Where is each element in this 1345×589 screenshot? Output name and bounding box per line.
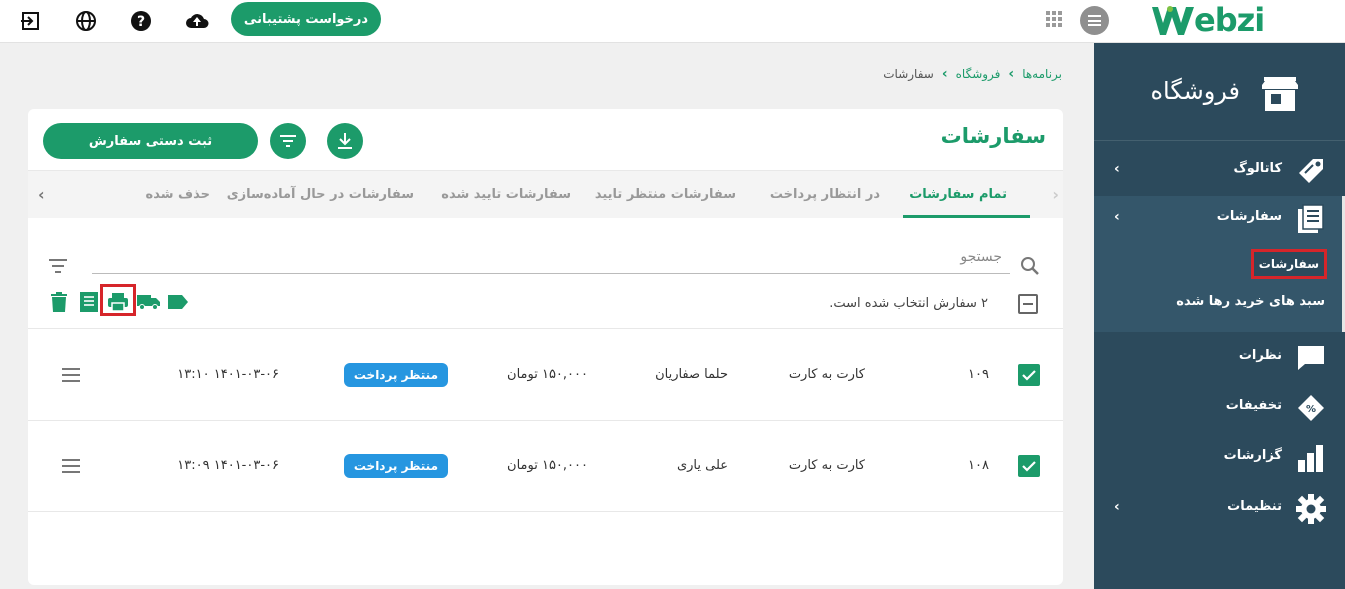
order-amount: ۱۵۰,۰۰۰ تومان xyxy=(507,367,588,382)
chevron-left-icon[interactable]: › xyxy=(38,185,45,204)
order-customer: علی یاری xyxy=(676,458,728,473)
orders-icon xyxy=(1298,204,1324,233)
tab-active-indicator xyxy=(903,215,1030,218)
search-input[interactable] xyxy=(92,242,1010,272)
trash-icon[interactable] xyxy=(48,291,70,313)
download-button[interactable] xyxy=(327,123,363,159)
globe-icon[interactable] xyxy=(73,8,99,34)
sidebar-subitem-abandoned-carts[interactable]: سبد های خرید رها شده xyxy=(1176,294,1325,309)
svg-text:%: % xyxy=(1306,404,1316,415)
order-amount: ۱۵۰,۰۰۰ تومان xyxy=(507,458,588,473)
tab-all-orders[interactable]: تمام سفارشات xyxy=(909,187,1007,202)
sidebar-item-label: تنظیمات xyxy=(1227,499,1282,514)
logo-w-icon xyxy=(1152,6,1194,35)
status-badge: منتظر پرداخت xyxy=(343,454,448,478)
sidebar-item-catalog[interactable]: کاتالوگ › xyxy=(1094,148,1345,192)
chevron-left-icon[interactable]: › xyxy=(1114,209,1120,225)
manual-order-button[interactable]: ثبت دستی سفارش xyxy=(43,123,258,159)
filter-button[interactable] xyxy=(270,123,306,159)
sidebar-item-reports[interactable]: گزارشات xyxy=(1094,435,1345,479)
search-field xyxy=(92,242,1010,274)
print-icon[interactable] xyxy=(107,291,129,313)
download-icon xyxy=(338,133,352,149)
sidebar-item-settings[interactable]: تنظیمات › xyxy=(1094,486,1345,530)
tab-awaiting-confirmation[interactable]: سفارشات منتظر تایید xyxy=(595,187,736,202)
sidebar: فروشگاه کاتالوگ › سفارشات › سفارشات سبد … xyxy=(1094,43,1345,589)
chevron-right-icon[interactable]: ‹ xyxy=(1052,185,1059,204)
order-id: ۱۰۹ xyxy=(968,367,989,382)
svg-text:?: ? xyxy=(137,14,145,30)
comment-icon xyxy=(1298,346,1324,370)
order-payment-method: کارت به کارت xyxy=(788,458,865,473)
search-icon xyxy=(1021,257,1039,275)
bar-chart-icon xyxy=(1298,445,1323,472)
row-checkbox[interactable] xyxy=(1018,455,1040,477)
cloud-upload-icon[interactable] xyxy=(184,8,210,34)
store-icon xyxy=(1262,77,1298,111)
invoice-icon[interactable] xyxy=(78,291,100,313)
chevron-left-icon: › xyxy=(1008,66,1015,82)
logo-text: ebzi xyxy=(1194,1,1265,39)
order-customer: حلما صفاریان xyxy=(655,367,728,382)
tab-preparing[interactable]: سفارشات در حال آماده‌سازی xyxy=(227,187,414,202)
coupon-icon: % xyxy=(1298,395,1324,421)
chevron-left-icon: › xyxy=(941,66,948,82)
row-menu-icon[interactable] xyxy=(62,459,80,473)
store-label: فروشگاه xyxy=(1150,77,1240,105)
order-id: ۱۰۸ xyxy=(968,458,989,473)
sidebar-item-label: سفارشات xyxy=(1216,209,1282,224)
tab-deleted[interactable]: حذف شده xyxy=(146,187,210,202)
row-checkbox[interactable] xyxy=(1018,364,1040,386)
label-icon[interactable] xyxy=(167,291,189,313)
breadcrumb-item-store[interactable]: فروشگاه xyxy=(956,67,1001,81)
table-row[interactable]: ۱۰۹ کارت به کارت حلما صفاریان ۱۵۰,۰۰۰ تو… xyxy=(28,329,1063,421)
help-icon[interactable]: ? xyxy=(128,8,154,34)
sidebar-item-orders[interactable]: سفارشات › xyxy=(1094,196,1345,240)
sidebar-item-label: گزارشات xyxy=(1223,448,1282,463)
orders-card: سفارشات ثبت دستی سفارش ‹ تمام سفارشات در… xyxy=(28,109,1063,585)
gear-icon xyxy=(1296,494,1326,524)
sidebar-item-discounts[interactable]: تخفیفات % xyxy=(1094,385,1345,429)
sidebar-item-comments[interactable]: نظرات xyxy=(1094,335,1345,379)
sidebar-item-label: کاتالوگ xyxy=(1233,161,1282,176)
sidebar-subitem-orders[interactable]: سفارشات xyxy=(1250,249,1327,279)
filter-icon[interactable] xyxy=(48,258,68,274)
sidebar-store-header[interactable]: فروشگاه xyxy=(1094,43,1345,141)
select-all-checkbox[interactable] xyxy=(1018,294,1038,314)
breadcrumb-item-orders: سفارشات xyxy=(883,67,934,81)
filter-icon xyxy=(280,135,296,147)
apps-grid-icon[interactable] xyxy=(1046,11,1062,27)
breadcrumb: برنامه‌ها › فروشگاه › سفارشات xyxy=(883,66,1062,82)
top-bar: ebzi درخواست پشتیبانی ? xyxy=(0,0,1345,43)
status-badge: منتظر پرداخت xyxy=(343,363,448,387)
menu-icon[interactable] xyxy=(1080,6,1109,35)
logo[interactable]: ebzi xyxy=(1150,1,1290,41)
chevron-left-icon[interactable]: › xyxy=(1114,499,1120,515)
order-payment-method: کارت به کارت xyxy=(788,367,865,382)
table-row[interactable]: ۱۰۸ کارت به کارت علی یاری ۱۵۰,۰۰۰ تومان … xyxy=(28,420,1063,512)
sidebar-item-label: تخفیفات xyxy=(1225,398,1282,413)
tag-icon xyxy=(1299,159,1323,183)
row-menu-icon[interactable] xyxy=(62,368,80,382)
tabs-bar: ‹ تمام سفارشات در انتظار پرداخت سفارشات … xyxy=(28,170,1063,218)
truck-icon[interactable] xyxy=(136,291,162,313)
chevron-left-icon[interactable]: › xyxy=(1114,161,1120,177)
order-datetime: ۱۴۰۱-۰۳-۰۶ ۱۳:۰۹ xyxy=(177,458,279,473)
order-datetime: ۱۴۰۱-۰۳-۰۶ ۱۳:۱۰ xyxy=(177,367,279,382)
tab-awaiting-payment[interactable]: در انتظار پرداخت xyxy=(770,187,880,202)
tab-confirmed[interactable]: سفارشات تایید شده xyxy=(441,187,571,202)
support-request-button[interactable]: درخواست پشتیبانی xyxy=(231,2,381,36)
sidebar-item-label: نظرات xyxy=(1238,348,1282,363)
logout-icon[interactable] xyxy=(17,8,43,34)
selection-text: ۲ سفارش انتخاب شده است. xyxy=(829,296,988,311)
breadcrumb-item-apps[interactable]: برنامه‌ها xyxy=(1022,67,1062,81)
selection-row: ۲ سفارش انتخاب شده است. xyxy=(28,284,1063,329)
page-title: سفارشات xyxy=(940,124,1046,148)
